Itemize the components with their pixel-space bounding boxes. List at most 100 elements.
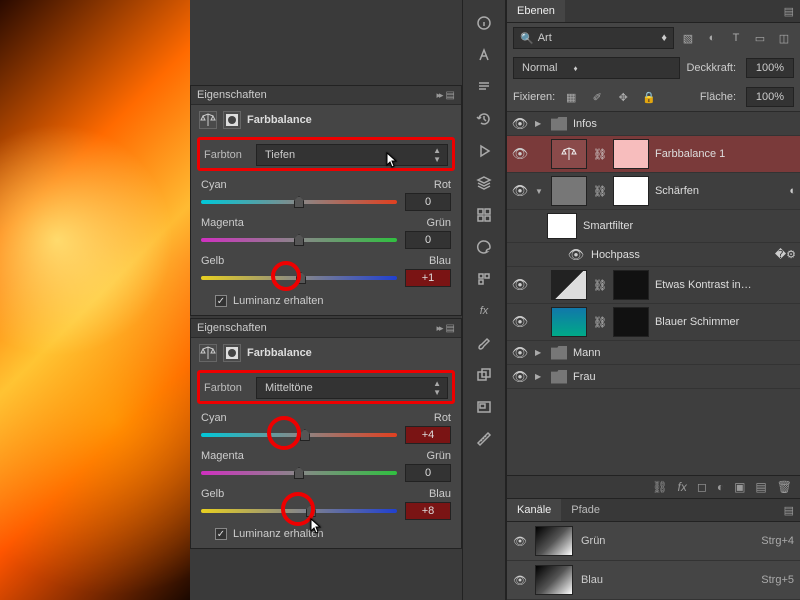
- mask-thumb[interactable]: [613, 270, 649, 300]
- layer-farbbalance[interactable]: 👁 ⛓ Farbbalance 1: [507, 136, 800, 173]
- filter-kind-dropdown[interactable]: 🔍 Art ♦: [513, 27, 674, 49]
- filter-pixel-icon[interactable]: ▧: [678, 28, 698, 48]
- visibility-toggle[interactable]: 👁: [513, 574, 527, 587]
- slider-track-cr[interactable]: [201, 433, 397, 437]
- layer-group-mann[interactable]: 👁 ▶ Mann: [507, 341, 800, 365]
- disclosure-icon[interactable]: ▶: [535, 119, 545, 128]
- mask-thumb[interactable]: [613, 176, 649, 206]
- panel-menu-icon[interactable]: ▤: [446, 90, 455, 101]
- panel-menu-icon[interactable]: ▤: [446, 323, 455, 334]
- fx-icon[interactable]: fx: [678, 480, 687, 494]
- value-yb[interactable]: +8: [405, 502, 451, 520]
- trash-icon[interactable]: 🗑: [777, 480, 792, 494]
- visibility-toggle[interactable]: 👁: [511, 369, 529, 385]
- filter-smart-icon[interactable]: ◫: [774, 28, 794, 48]
- slider-handle[interactable]: [294, 234, 304, 246]
- slider-track-yb[interactable]: [201, 276, 397, 280]
- panel-header[interactable]: Eigenschaften ▸▸ ▤: [191, 86, 461, 105]
- document-canvas[interactable]: [0, 0, 190, 600]
- mask-toggle-icon[interactable]: [223, 111, 241, 129]
- slider-track-mg[interactable]: [201, 471, 397, 475]
- clone-icon[interactable]: [470, 362, 498, 388]
- tone-dropdown[interactable]: Tiefen ▲▼: [256, 144, 448, 166]
- mask-toggle-icon[interactable]: [223, 344, 241, 362]
- slider-handle[interactable]: [296, 272, 306, 284]
- filter-adjust-icon[interactable]: ◐: [702, 28, 722, 48]
- visibility-toggle[interactable]: 👁: [511, 183, 529, 199]
- filter-settings-icon[interactable]: �⁠⚙: [775, 248, 796, 261]
- tab-paths[interactable]: Pfade: [561, 499, 610, 521]
- channel-green[interactable]: 👁 Grün Strg+4: [507, 522, 800, 561]
- collapse-icon[interactable]: ▸▸: [437, 90, 442, 101]
- layer-thumb[interactable]: [551, 176, 587, 206]
- new-layer-icon[interactable]: ▤: [755, 480, 766, 494]
- group-icon[interactable]: ▣: [734, 480, 745, 494]
- panel-menu-icon[interactable]: ▤: [778, 1, 800, 22]
- adjustment-icon[interactable]: ◐: [717, 480, 724, 494]
- layer-blauer-schimmer[interactable]: 👁 ⛓ Blauer Schimmer: [507, 304, 800, 341]
- history-icon[interactable]: [470, 106, 498, 132]
- slider-handle[interactable]: [294, 467, 304, 479]
- filter-type-icon[interactable]: T: [726, 28, 746, 48]
- filter-shape-icon[interactable]: ▭: [750, 28, 770, 48]
- layers-icon[interactable]: [470, 170, 498, 196]
- panel-menu-icon[interactable]: ▤: [778, 500, 800, 521]
- panel-header[interactable]: Eigenschaften ▸▸ ▤: [191, 319, 461, 338]
- layer-thumb[interactable]: [551, 307, 587, 337]
- brush-icon[interactable]: [470, 330, 498, 356]
- channel-blue[interactable]: 👁 Blau Strg+5: [507, 561, 800, 600]
- palette-icon[interactable]: [470, 234, 498, 260]
- visibility-toggle[interactable]: 👁: [511, 314, 529, 330]
- visibility-toggle[interactable]: 👁: [511, 146, 529, 162]
- navigator-icon[interactable]: [470, 394, 498, 420]
- lock-transparent-icon[interactable]: ▦: [561, 87, 581, 107]
- layer-schaerfen[interactable]: 👁 ▼ ⛓ Schärfen ◐: [507, 173, 800, 210]
- paragraph-icon[interactable]: [470, 74, 498, 100]
- tab-channels[interactable]: Kanäle: [507, 499, 561, 521]
- collapse-icon[interactable]: ▸▸: [437, 323, 442, 334]
- link-icon[interactable]: ⛓: [593, 148, 607, 161]
- mask-thumb[interactable]: [613, 307, 649, 337]
- slider-track-cr[interactable]: [201, 200, 397, 204]
- character-icon[interactable]: [470, 42, 498, 68]
- value-cr[interactable]: 0: [405, 193, 451, 211]
- visibility-toggle[interactable]: 👁: [567, 247, 585, 263]
- adjustment-thumb[interactable]: [551, 139, 587, 169]
- value-mg[interactable]: 0: [405, 464, 451, 482]
- link-icon[interactable]: ⛓: [593, 279, 607, 292]
- slider-handle[interactable]: [306, 505, 316, 517]
- blend-mode-dropdown[interactable]: Normal♦: [513, 57, 680, 79]
- visibility-toggle[interactable]: 👁: [511, 345, 529, 361]
- fill-input[interactable]: 100%: [746, 87, 794, 107]
- slider-track-mg[interactable]: [201, 238, 397, 242]
- visibility-toggle[interactable]: 👁: [513, 535, 527, 548]
- measure-icon[interactable]: [470, 426, 498, 452]
- filter-mask-thumb[interactable]: [547, 213, 577, 239]
- layer-hochpass[interactable]: 👁 Hochpass �⁠⚙: [507, 243, 800, 267]
- layer-kontrast[interactable]: 👁 ⛓ Etwas Kontrast in…: [507, 267, 800, 304]
- slider-track-yb[interactable]: [201, 509, 397, 513]
- visibility-toggle[interactable]: 👁: [511, 116, 529, 132]
- disclosure-icon[interactable]: ▼: [535, 187, 545, 196]
- link-icon[interactable]: ⛓: [593, 185, 607, 198]
- lock-all-icon[interactable]: 🔒: [639, 87, 659, 107]
- layer-group-infos[interactable]: 👁 ▶ Infos: [507, 112, 800, 136]
- play-icon[interactable]: [470, 138, 498, 164]
- layers-list[interactable]: 👁 ▶ Infos 👁 ⛓ Farbbalance 1 👁 ▼ ⛓ Schärf…: [507, 112, 800, 475]
- swatches-icon[interactable]: [470, 202, 498, 228]
- visibility-toggle[interactable]: 👁: [511, 277, 529, 293]
- mask-thumb[interactable]: [613, 139, 649, 169]
- info-icon[interactable]: [470, 10, 498, 36]
- slider-handle[interactable]: [294, 196, 304, 208]
- tab-layers[interactable]: Ebenen: [507, 0, 565, 22]
- luminance-checkbox[interactable]: ✓: [215, 528, 227, 540]
- styles-icon[interactable]: [470, 266, 498, 292]
- tone-dropdown[interactable]: Mitteltöne ▲▼: [256, 377, 448, 399]
- adjustment-thumb[interactable]: [551, 270, 587, 300]
- luminance-checkbox[interactable]: ✓: [215, 295, 227, 307]
- layer-smartfilter[interactable]: Smartfilter: [507, 210, 800, 243]
- link-icon[interactable]: ⛓: [593, 316, 607, 329]
- disclosure-icon[interactable]: ▶: [535, 372, 545, 381]
- value-cr[interactable]: +4: [405, 426, 451, 444]
- link-layers-icon[interactable]: ⛓: [652, 480, 667, 494]
